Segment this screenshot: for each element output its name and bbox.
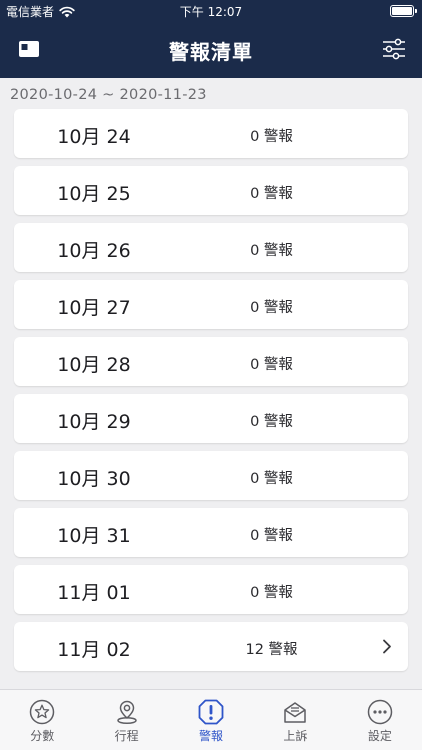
tab-label: 上訴 (283, 729, 308, 743)
row-date: 10月 25 (57, 183, 131, 205)
tab-appeal[interactable]: 上訴 (253, 690, 337, 750)
tab-label: 警報 (199, 729, 224, 743)
tab-settings[interactable]: 設定 (338, 690, 422, 750)
tab-alerts[interactable]: 警報 (169, 690, 253, 750)
alert-day-row[interactable]: 10月 31 0 警報 (14, 508, 408, 557)
row-date: 10月 24 (57, 126, 131, 148)
alert-day-row[interactable]: 10月 25 0 警報 (14, 166, 408, 215)
row-alert-count: 0 警報 (250, 471, 293, 487)
filter-sliders-icon[interactable] (382, 38, 406, 60)
alert-icon (198, 699, 224, 725)
row-alert-count: 0 警報 (250, 357, 293, 373)
tab-label: 設定 (367, 729, 392, 743)
alert-day-list: 10月 24 0 警報 10月 25 0 警報 10月 26 0 警報 10月 … (14, 109, 408, 679)
more-icon (367, 699, 393, 725)
alert-day-row[interactable]: 10月 27 0 警報 (14, 280, 408, 329)
row-date: 10月 26 (57, 240, 131, 262)
page-title: 警報清單 (169, 40, 253, 64)
envelope-icon (284, 702, 307, 723)
tab-trips[interactable]: 行程 (84, 690, 168, 750)
tab-label: 行程 (114, 729, 139, 743)
alert-day-row[interactable]: 11月 01 0 警報 (14, 565, 408, 614)
row-alert-count: 0 警報 (250, 129, 293, 145)
date-range-label: 2020-10-24 ~ 2020-11-23 (10, 87, 207, 103)
row-alert-count: 0 警報 (250, 585, 293, 601)
battery-icon (390, 5, 417, 17)
nav-bar: 警報清單 (0, 22, 422, 78)
row-date: 10月 27 (57, 297, 131, 319)
status-bar: 電信業者 下午 12:07 (0, 0, 422, 22)
row-alert-count: 0 警報 (250, 300, 293, 316)
row-date: 11月 02 (57, 639, 131, 661)
tab-label: 分數 (30, 729, 55, 743)
row-date: 10月 31 (57, 525, 131, 547)
row-date: 11月 01 (57, 582, 131, 604)
chevron-right-icon (383, 639, 391, 654)
row-date: 10月 30 (57, 468, 131, 490)
alert-day-row[interactable]: 11月 02 12 警報 (14, 622, 408, 671)
tab-score[interactable]: 分數 (0, 690, 84, 750)
alert-day-row[interactable]: 10月 26 0 警報 (14, 223, 408, 272)
row-alert-count: 0 警報 (250, 414, 293, 430)
alert-day-row[interactable]: 10月 24 0 警報 (14, 109, 408, 158)
row-alert-count: 0 警報 (250, 243, 293, 259)
location-pin-icon (116, 700, 137, 725)
row-date: 10月 28 (57, 354, 131, 376)
row-alert-count: 12 警報 (245, 642, 298, 658)
alert-day-row[interactable]: 10月 29 0 警報 (14, 394, 408, 443)
alert-day-row[interactable]: 10月 28 0 警報 (14, 337, 408, 386)
alert-day-row[interactable]: 10月 30 0 警報 (14, 451, 408, 500)
star-icon (29, 699, 55, 725)
row-alert-count: 0 警報 (250, 186, 293, 202)
status-time: 下午 12:07 (179, 5, 243, 19)
tab-bar: 分數 行程 警報 上訴 設定 (0, 689, 422, 750)
row-date: 10月 29 (57, 411, 131, 433)
row-alert-count: 0 警報 (250, 528, 293, 544)
